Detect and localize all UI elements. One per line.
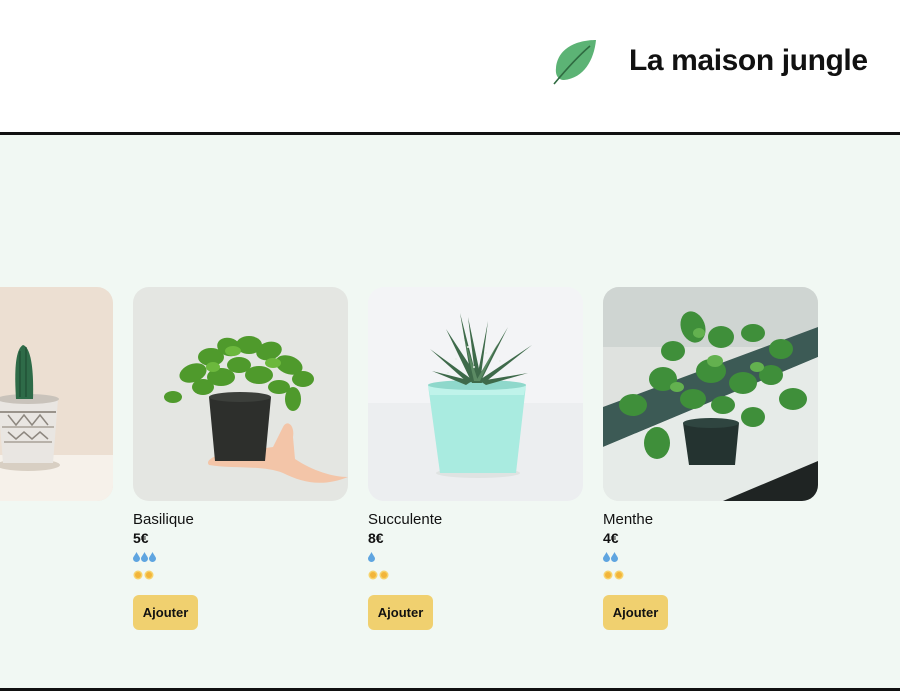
- sun-icon: [133, 570, 143, 580]
- water-scale: [133, 549, 348, 565]
- basil-image: [133, 287, 348, 501]
- header-banner: La maison jungle: [0, 0, 900, 133]
- footer: [0, 691, 900, 699]
- sun-icon: [603, 570, 613, 580]
- cactus-image: [0, 287, 113, 501]
- add-to-cart-button[interactable]: Ajouter: [133, 595, 198, 630]
- water-drop-icon: [611, 552, 618, 562]
- succulent-image: [368, 287, 583, 501]
- leaf-icon: [553, 40, 596, 85]
- plant-name: Succulente: [368, 511, 443, 528]
- light-scale: [133, 567, 348, 583]
- water-drop-icon: [133, 552, 140, 562]
- plant-price: 4€: [603, 530, 619, 546]
- water-drop-icon: [603, 552, 610, 562]
- mint-image: [603, 287, 818, 501]
- add-to-cart-button[interactable]: Ajouter: [603, 595, 668, 630]
- water-scale: [368, 549, 583, 565]
- plant-name: Menthe: [603, 511, 654, 528]
- plant-list: Basilique 5€ Ajouter Succulente 8€ Ajout…: [0, 135, 900, 688]
- plant-card-menthe: Menthe 4€ Ajouter: [603, 287, 818, 630]
- light-scale: [603, 567, 818, 583]
- sun-icon: [379, 570, 389, 580]
- site-title: La maison jungle: [629, 44, 868, 77]
- plant-card-succulente: Succulente 8€ Ajouter: [368, 287, 583, 630]
- water-drop-icon: [141, 552, 148, 562]
- water-scale: [603, 549, 818, 565]
- light-scale: [368, 567, 583, 583]
- water-drop-icon: [149, 552, 156, 562]
- plant-price: 8€: [368, 530, 384, 546]
- plant-name: Basilique: [133, 511, 194, 528]
- plant-card-basilique: Basilique 5€ Ajouter: [133, 287, 348, 630]
- sun-icon: [368, 570, 378, 580]
- sun-icon: [614, 570, 624, 580]
- plant-price: 5€: [133, 530, 149, 546]
- water-drop-icon: [368, 552, 375, 562]
- add-to-cart-button[interactable]: Ajouter: [368, 595, 433, 630]
- plant-card-cactus: [0, 287, 113, 501]
- sun-icon: [144, 570, 154, 580]
